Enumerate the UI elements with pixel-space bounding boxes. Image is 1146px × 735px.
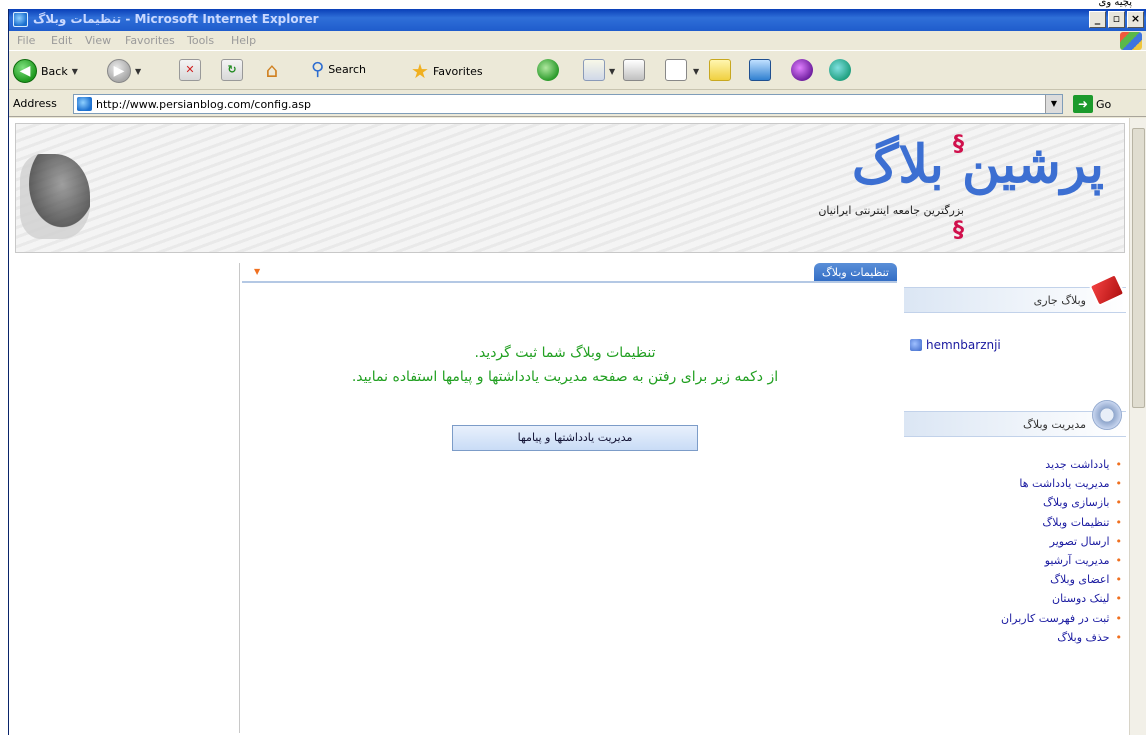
edit-icon[interactable] (665, 59, 687, 81)
menu-blog-members[interactable]: اعضای وبلاگ (904, 573, 1122, 592)
manage-posts-button[interactable]: مدیریت یادداشتها و پیامها (452, 425, 698, 451)
search-label: Search (328, 63, 366, 76)
corner-marker-icon: ▼ (254, 267, 261, 276)
management-menu: یادداشت جدید مدیریت یادداشت ها بازسازی و… (904, 458, 1122, 650)
close-button[interactable]: × (1127, 11, 1144, 28)
edit-dropdown-icon[interactable]: ▼ (693, 67, 699, 76)
back-arrow-icon: ◀ (13, 59, 37, 83)
forward-arrow-icon: ▶ (107, 59, 131, 83)
top-strip: پچیه وی (0, 0, 1146, 9)
left-column (15, 263, 240, 733)
favorites-star-icon: ★ (411, 59, 429, 83)
research-icon[interactable] (749, 59, 771, 81)
window-controls: _ ▫ × (1089, 11, 1144, 28)
menu-delete-blog[interactable]: حذف وبلاگ (904, 631, 1122, 650)
menu-bar: File Edit View Favorites Tools Help (9, 31, 1146, 51)
favorites-label: Favorites (432, 64, 483, 78)
back-dropdown-icon[interactable]: ▼ (72, 67, 78, 76)
print-icon[interactable] (623, 59, 645, 81)
ie-window: تنظیمات وبلاگ - Microsoft Internet Explo… (8, 9, 1146, 735)
scrollbar-thumb[interactable] (1132, 128, 1145, 408)
go-arrow-icon: ➜ (1073, 95, 1093, 113)
current-user-link[interactable]: hemnbarznji (926, 338, 1001, 352)
menu-rebuild-blog[interactable]: بازسازی وبلاگ (904, 496, 1122, 515)
mail-dropdown-icon[interactable]: ▼ (609, 67, 615, 76)
menu-user-directory[interactable]: ثبت در فهرست کاربران (904, 612, 1122, 631)
forward-dropdown-icon[interactable]: ▼ (135, 67, 141, 76)
maximize-button[interactable]: ▫ (1108, 11, 1125, 28)
address-label: Address (13, 97, 57, 110)
go-button[interactable]: ➜ Go (1073, 94, 1111, 114)
menu-favorites[interactable]: Favorites (125, 34, 175, 47)
menu-manage-archive[interactable]: مدیریت آرشیو (904, 554, 1122, 573)
messenger-icon[interactable] (791, 59, 813, 81)
menu-edit[interactable]: Edit (51, 34, 72, 47)
logo-chain-bottom-icon: § (953, 218, 964, 243)
forward-button[interactable]: ▶ ▼ (107, 59, 141, 83)
vertical-scrollbar[interactable] (1129, 118, 1146, 735)
menu-tools[interactable]: Tools (187, 34, 214, 47)
blog-management-title: مدیریت وبلاگ (1023, 418, 1086, 431)
address-bar: Address http://www.persianblog.com/confi… (9, 91, 1146, 117)
address-input[interactable]: http://www.persianblog.com/config.asp ▼ (73, 94, 1063, 114)
menu-file[interactable]: File (17, 34, 35, 47)
blog-management-header: مدیریت وبلاگ (904, 400, 1126, 437)
user-bullet-icon (910, 339, 922, 351)
stop-icon[interactable]: ✕ (179, 59, 201, 81)
success-message: تنظیمات وبلاگ شما ثبت گردید. (474, 345, 656, 361)
instruction-message: از دکمه زیر برای رفتن به صفحه مدیریت یاد… (351, 369, 779, 385)
menu-view[interactable]: View (85, 34, 111, 47)
top-strip-text: پچیه وی (1098, 0, 1132, 8)
tab-underline (242, 281, 897, 283)
back-label: Back (41, 64, 68, 78)
page-icon (77, 97, 92, 111)
menu-friend-links[interactable]: لینک دوستان (904, 592, 1122, 611)
current-user-item[interactable]: hemnbarznji (904, 336, 1126, 354)
title-bar[interactable]: تنظیمات وبلاگ - Microsoft Internet Explo… (9, 9, 1146, 31)
gear-icon (1092, 400, 1122, 430)
go-label: Go (1096, 97, 1112, 111)
blog-book-icon (1088, 272, 1126, 308)
toolbar: ◀ Back ▼ ▶ ▼ ✕ ↻ ⌂ ⚲ Search ★ Favorites … (9, 52, 1146, 90)
current-blog-header: وبلاگ جاری (904, 272, 1126, 313)
windows-logo-icon (1120, 32, 1142, 50)
media-icon[interactable] (537, 59, 559, 81)
minimize-button[interactable]: _ (1089, 11, 1106, 28)
back-button[interactable]: ◀ Back ▼ (13, 59, 78, 83)
menu-blog-settings[interactable]: تنظیمات وبلاگ (904, 516, 1122, 535)
refresh-icon[interactable]: ↻ (221, 59, 243, 81)
toolbar-extra-icon[interactable] (829, 59, 851, 81)
site-logo[interactable]: پرشین بلاگ (852, 134, 1104, 195)
mail-icon[interactable] (583, 59, 605, 81)
window-title: تنظیمات وبلاگ - Microsoft Internet Explo… (33, 12, 319, 26)
ie-icon (13, 12, 28, 27)
page-viewport: § § پرشین بلاگ بزرگترین جامعه اینترنتی ا… (9, 118, 1129, 735)
menu-help[interactable]: Help (231, 34, 256, 47)
right-sidebar: وبلاگ جاری hemnbarznji مدیریت وبلاگ یادد… (904, 263, 1126, 733)
home-icon[interactable]: ⌂ (261, 59, 283, 81)
persian-relief-image (20, 154, 90, 239)
address-url: http://www.persianblog.com/config.asp (96, 98, 312, 111)
favorites-button[interactable]: ★ Favorites (411, 59, 483, 83)
current-blog-title: وبلاگ جاری (1033, 294, 1086, 307)
site-tagline: بزرگترین جامعه اینترنتی ایرانیان (818, 204, 964, 217)
menu-manage-posts[interactable]: مدیریت یادداشت ها (904, 477, 1122, 496)
address-dropdown-icon[interactable]: ▼ (1045, 95, 1062, 113)
search-button[interactable]: ⚲ Search (311, 59, 366, 80)
main-panel: ▼ تنظیمات وبلاگ تنظیمات وبلاگ شما ثبت گر… (242, 263, 897, 733)
menu-upload-image[interactable]: ارسال تصویر (904, 535, 1122, 554)
discuss-icon[interactable] (709, 59, 731, 81)
search-icon: ⚲ (311, 59, 325, 80)
site-banner: § § پرشین بلاگ بزرگترین جامعه اینترنتی ا… (15, 123, 1125, 253)
menu-new-post[interactable]: یادداشت جدید (904, 458, 1122, 477)
tab-blog-settings: تنظیمات وبلاگ (813, 263, 897, 283)
